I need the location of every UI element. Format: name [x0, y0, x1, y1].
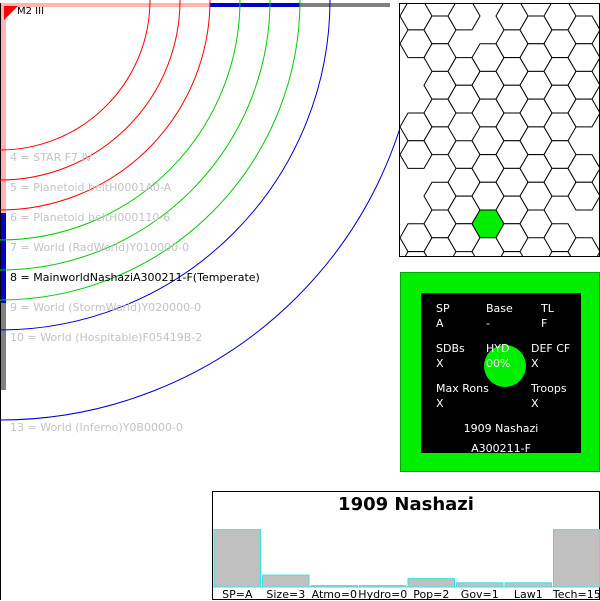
hex-grid — [400, 4, 600, 257]
tl-label: TL — [541, 301, 554, 316]
sdbs-label: SDBs — [436, 341, 465, 356]
stat-bar-label-0: SP=A — [222, 588, 253, 601]
stat-bar-4 — [408, 579, 455, 587]
stat-bar-7 — [554, 530, 600, 587]
max-rons-label: Max Rons — [436, 381, 489, 396]
orbit-label-8-mainworld[interactable]: 8 = MainworldNashaziA300211-F(Temperate) — [10, 271, 260, 284]
stat-bar-label-2: Atmo=0 — [312, 588, 357, 601]
stat-bar-6 — [505, 583, 552, 587]
stat-bar-0 — [214, 530, 261, 587]
orbit-arc-green-2 — [0, 0, 270, 270]
hyd-label: HYD — [486, 341, 510, 356]
orbit-arc-red-3 — [0, 0, 210, 210]
orbit-arc-green-3 — [0, 0, 300, 300]
orbit-label-6[interactable]: 6 = Planetoid beltH000110-6 — [10, 211, 170, 224]
stat-bar-label-4: Pop=2 — [413, 588, 449, 601]
stat-bar-label-1: Size=3 — [266, 588, 305, 601]
troops-value: X — [531, 396, 567, 411]
uwp-panel: SP A Base - TL F SDBs X HYD 00% DEF CF X… — [400, 272, 600, 472]
hyd-value: 00% — [486, 356, 510, 371]
top-strip-blue — [210, 3, 300, 7]
orbit-arcs — [0, 0, 400, 420]
uwp-inner-box: SP A Base - TL F SDBs X HYD 00% DEF CF X… — [421, 293, 581, 453]
stat-bar-5 — [457, 583, 504, 587]
orbit-arc-green-1 — [0, 0, 240, 240]
base-value: - — [486, 316, 513, 331]
stat-bar-label-7: Tech=15 — [552, 588, 600, 601]
orbit-label-13[interactable]: 13 = World (Inferno)Y0B0000-0 — [10, 421, 183, 434]
orbit-label-9[interactable]: 9 = World (StormWorld)Y020000-0 — [10, 301, 201, 314]
stat-bar-1 — [263, 575, 310, 587]
uwp-code: A300211-F — [421, 442, 581, 455]
stat-bar-label-6: Law1 — [514, 588, 543, 601]
def-value: X — [531, 356, 570, 371]
stat-bar-label-5: Gov=1 — [461, 588, 499, 601]
top-strip-gray — [300, 3, 390, 7]
orbit-label-5[interactable]: 5 = Planetoid beltH0001A0-A — [10, 181, 171, 194]
world-stats-panel: SP=A Size=3 Atmo=0Hydro=0 Pop=2 Gov=1 Law1 Tec… — [212, 491, 600, 600]
max-rons-value: X — [436, 396, 489, 411]
hex-map[interactable] — [399, 3, 600, 257]
troops-label: Troops — [531, 381, 567, 396]
orbit-label-4[interactable]: 4 = STAR F7 IV — [10, 151, 92, 164]
stat-bar-label-3: Hydro=0 — [358, 588, 407, 601]
orbit-label-7[interactable]: 7 = World (RadWorld)Y010000-0 — [10, 241, 189, 254]
sp-label: SP — [436, 301, 450, 316]
tl-value: F — [541, 316, 554, 331]
stats-title: 1909 Nashazi — [213, 494, 599, 515]
sp-value: A — [436, 316, 450, 331]
def-label: DEF CF — [531, 341, 570, 356]
uwp-world-name: 1909 Nashazi — [421, 422, 581, 435]
star-marker — [4, 6, 18, 20]
star-label: M2 III — [17, 6, 44, 17]
orbit-label-10[interactable]: 10 = World (Hospitable)F05419B-2 — [10, 331, 202, 344]
base-label: Base — [486, 301, 513, 316]
sdbs-value: X — [436, 356, 465, 371]
